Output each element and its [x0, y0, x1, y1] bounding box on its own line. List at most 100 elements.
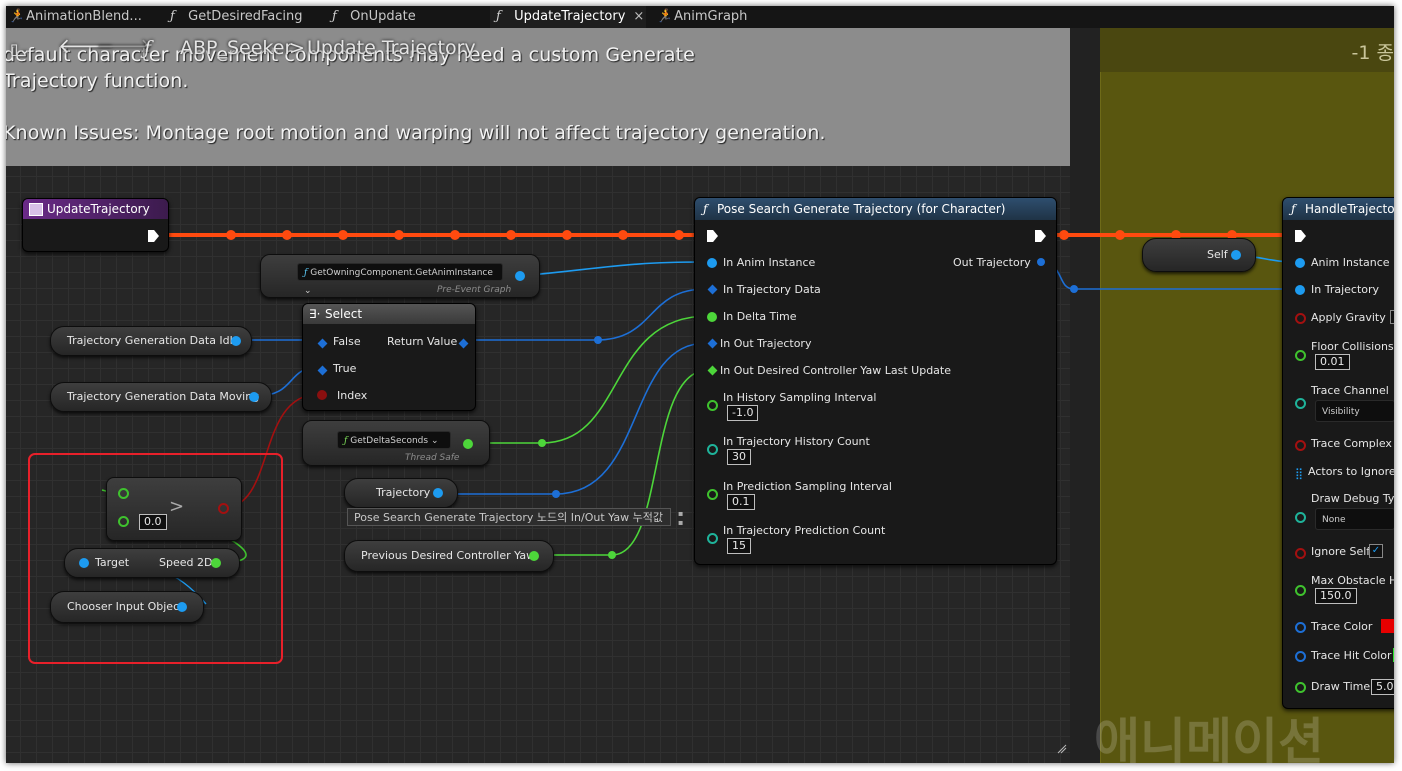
traj-idle-out-pin[interactable] — [231, 336, 241, 346]
trace-complex-pin[interactable] — [1295, 440, 1306, 451]
select-node-header: ∃· Select — [303, 304, 475, 324]
in-trajectory-data-label: In Trajectory Data — [723, 283, 821, 296]
ignore-self-checkbox[interactable]: ✓ — [1369, 544, 1383, 558]
prev-yaw-label: Previous Desired Controller Yaw — [361, 549, 536, 562]
in-out-trajectory-pin[interactable] — [707, 338, 718, 349]
get-delta-seconds-node[interactable]: ƒ GetDeltaSeconds ⌄ Thread Safe — [302, 420, 490, 466]
in-delta-time-pin[interactable] — [707, 312, 717, 322]
floor-collisions-label: Floor Collisions C — [1311, 340, 1394, 353]
speed-2d-out-pin[interactable] — [211, 558, 221, 568]
trajectory-generation-data-moving-node[interactable]: Trajectory Generation Data Moving — [50, 382, 272, 412]
event-node-updatetrajectory[interactable]: UpdateTrajectory — [22, 198, 169, 252]
apply-gravity-checkbox[interactable]: ✓ — [1390, 310, 1394, 324]
trace-color-pin[interactable] — [1295, 622, 1306, 633]
pose-search-title: Pose Search Generate Trajectory (for Cha… — [717, 202, 1006, 216]
select-false-label: False — [333, 335, 361, 348]
anim-instance-pin[interactable] — [1295, 258, 1305, 268]
out-trajectory-pin[interactable] — [1037, 258, 1045, 266]
history-sampling-value[interactable]: -1.0 — [727, 405, 759, 421]
speed-2d-node[interactable]: Target Speed 2D — [64, 548, 240, 578]
trace-hit-color-pin[interactable] — [1295, 651, 1306, 662]
previous-desired-controller-yaw-node[interactable]: Previous Desired Controller Yaw — [344, 540, 554, 572]
trace-channel-dropdown[interactable]: Visibility — [1315, 400, 1394, 422]
prev-yaw-out-pin[interactable] — [529, 551, 539, 561]
exec-out-pin[interactable] — [148, 230, 159, 242]
array-grid-icon[interactable]: ⣿ — [1295, 467, 1303, 480]
trace-hit-color-label: Trace Hit Color — [1311, 649, 1392, 662]
delta-out-pin[interactable] — [463, 439, 473, 449]
history-count-pin[interactable] — [707, 444, 718, 455]
prediction-sampling-pin[interactable] — [707, 489, 718, 500]
in-out-yaw-pin[interactable] — [707, 365, 718, 376]
anim-instance-out-pin[interactable] — [515, 271, 525, 281]
in-trajectory-label: In Trajectory — [1311, 283, 1380, 296]
handle-trajectory-node[interactable]: ƒ HandleTrajector Anim Instance In Traje… — [1282, 197, 1394, 709]
select-return-pin[interactable] — [458, 338, 469, 349]
pose-search-generate-trajectory-node[interactable]: ƒ Pose Search Generate Trajectory (for C… — [694, 197, 1057, 565]
get-owning-component-node[interactable]: ƒ GetOwningComponent.GetAnimInstance ⌄ P… — [260, 254, 540, 298]
prediction-count-label: In Trajectory Prediction Count — [723, 524, 886, 537]
select-index-pin[interactable] — [317, 390, 327, 400]
chooser-out-pin[interactable] — [177, 602, 187, 612]
trace-hit-color-swatch[interactable] — [1393, 648, 1394, 662]
draw-time-value[interactable]: 5.0 — [1371, 679, 1394, 695]
ignore-self-pin[interactable] — [1295, 548, 1306, 559]
in-out-trajectory-label: In Out Trajectory — [720, 337, 812, 350]
greater-out-pin[interactable] — [218, 503, 229, 514]
chooser-input-object-node[interactable]: Chooser Input Object — [50, 591, 204, 623]
draw-time-label: Draw Time — [1311, 680, 1371, 693]
event-node-header: UpdateTrajectory — [23, 199, 168, 219]
apply-gravity-pin[interactable] — [1295, 313, 1306, 324]
draw-time-pin[interactable] — [1295, 682, 1306, 693]
trajectory-out-pin[interactable] — [433, 488, 443, 498]
floor-collisions-pin[interactable] — [1295, 350, 1306, 361]
floor-collisions-value[interactable]: 0.01 — [1315, 354, 1350, 370]
exec-out-pin[interactable] — [1035, 230, 1046, 242]
draw-debug-type-dropdown[interactable]: None — [1315, 508, 1394, 530]
greater-b-value[interactable]: 0.0 — [139, 514, 167, 530]
prediction-count-value[interactable]: 15 — [727, 538, 751, 554]
max-obstacle-value[interactable]: 150.0 — [1315, 588, 1357, 604]
select-node[interactable]: ∃· Select False True Index Return Value — [302, 303, 476, 411]
trace-color-label: Trace Color — [1311, 620, 1373, 633]
thread-safe-note: Thread Safe — [405, 453, 460, 463]
history-sampling-pin[interactable] — [707, 400, 718, 411]
select-icon: ∃· — [309, 307, 321, 321]
in-trajectory-data-pin[interactable] — [707, 284, 718, 295]
in-anim-instance-label: In Anim Instance — [723, 256, 816, 269]
trace-channel-pin[interactable] — [1295, 398, 1306, 409]
self-out-pin[interactable] — [1231, 250, 1241, 260]
target-in-pin[interactable] — [79, 558, 89, 568]
traj-moving-out-pin[interactable] — [249, 392, 259, 402]
greater-than-node[interactable]: 0.0 > — [106, 477, 242, 541]
wire-prev-yaw — [532, 369, 709, 556]
draw-debug-type-pin[interactable] — [1295, 512, 1306, 523]
history-count-value[interactable]: 30 — [727, 449, 751, 465]
pre-event-graph-note: Pre-Event Graph — [437, 285, 512, 295]
function-icon: ƒ — [1291, 202, 1296, 216]
get-delta-seconds-dropdown[interactable]: ƒ GetDeltaSeconds ⌄ — [337, 431, 451, 449]
in-trajectory-pin[interactable] — [1295, 285, 1305, 295]
prediction-count-pin[interactable] — [707, 533, 718, 544]
prediction-sampling-value[interactable]: 0.1 — [727, 494, 755, 510]
in-anim-instance-pin[interactable] — [707, 258, 717, 268]
greater-b-pin[interactable] — [118, 516, 129, 527]
anim-instance-label: Anim Instance — [1311, 256, 1390, 269]
exec-in-pin[interactable] — [1295, 230, 1306, 242]
self-label: Self — [1207, 248, 1228, 261]
trace-color-swatch[interactable] — [1381, 619, 1394, 633]
trajectory-variable-node[interactable]: Trajectory — [344, 478, 458, 508]
select-false-pin[interactable] — [317, 338, 328, 349]
exec-in-pin[interactable] — [707, 230, 718, 242]
select-true-pin[interactable] — [317, 365, 328, 376]
handle-trajectory-header: ƒ HandleTrajector — [1283, 198, 1394, 220]
self-node[interactable]: Self — [1142, 238, 1256, 272]
tooltip-pin-icon[interactable]: ▪ ▪ — [678, 509, 683, 527]
get-anim-instance-dropdown[interactable]: ƒ GetOwningComponent.GetAnimInstance ⌄ — [297, 263, 503, 296]
greater-a-pin[interactable] — [118, 488, 129, 499]
trajectory-generation-data-idle-node[interactable]: Trajectory Generation Data Idle — [50, 326, 252, 356]
handle-trajectory-title: HandleTrajector — [1305, 202, 1394, 216]
draw-debug-type-label: Draw Debug Type — [1311, 492, 1394, 505]
select-index-label: Index — [337, 389, 368, 402]
max-obstacle-pin[interactable] — [1295, 585, 1306, 596]
